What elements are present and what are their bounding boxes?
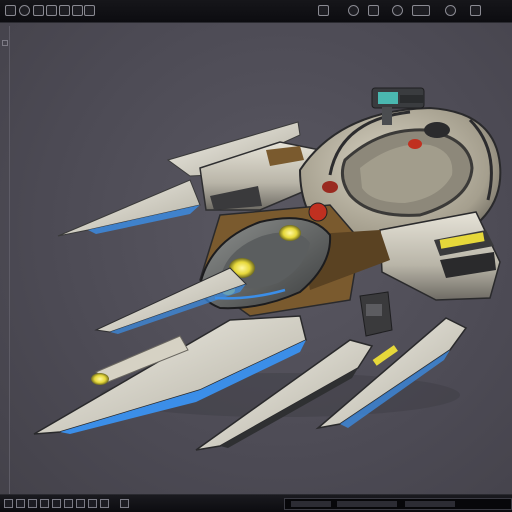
settings-tool-icon[interactable]	[445, 5, 456, 16]
move-tool-icon[interactable]	[33, 5, 44, 16]
material-tool-icon[interactable]	[412, 5, 430, 16]
timeline-segment	[405, 501, 455, 507]
top-toolbar	[0, 0, 512, 23]
camera-tool-icon[interactable]	[348, 5, 359, 16]
render-tool-icon[interactable]	[368, 5, 379, 16]
rotate-tool-icon[interactable]	[19, 5, 30, 16]
pause-icon[interactable]	[16, 499, 25, 508]
export-tool-icon[interactable]	[470, 5, 481, 16]
key-icon[interactable]	[88, 499, 97, 508]
landing-strut	[359, 291, 393, 337]
grid-tool-icon[interactable]	[72, 5, 83, 16]
layer-tool-icon[interactable]	[318, 5, 329, 16]
3d-viewport[interactable]	[0, 22, 512, 490]
timeline-strip[interactable]	[284, 498, 512, 510]
frame-forward-icon[interactable]	[64, 499, 73, 508]
frame-back-icon[interactable]	[52, 499, 61, 508]
options-icon[interactable]	[120, 499, 129, 508]
upper-left-blade	[57, 179, 201, 237]
snap-tool-icon[interactable]	[59, 5, 70, 16]
timeline-segment	[337, 501, 397, 507]
editor-window	[0, 0, 512, 512]
record-icon[interactable]	[40, 499, 49, 508]
loop-icon[interactable]	[76, 499, 85, 508]
bottom-toolbar	[0, 494, 512, 512]
play-icon[interactable]	[4, 499, 13, 508]
stop-icon[interactable]	[28, 499, 37, 508]
scale-tool-icon[interactable]	[46, 5, 57, 16]
select-tool-icon[interactable]	[5, 5, 16, 16]
light-tool-icon[interactable]	[392, 5, 403, 16]
curve-icon[interactable]	[100, 499, 109, 508]
view-tool-icon[interactable]	[84, 5, 95, 16]
timeline-segment	[291, 501, 331, 507]
